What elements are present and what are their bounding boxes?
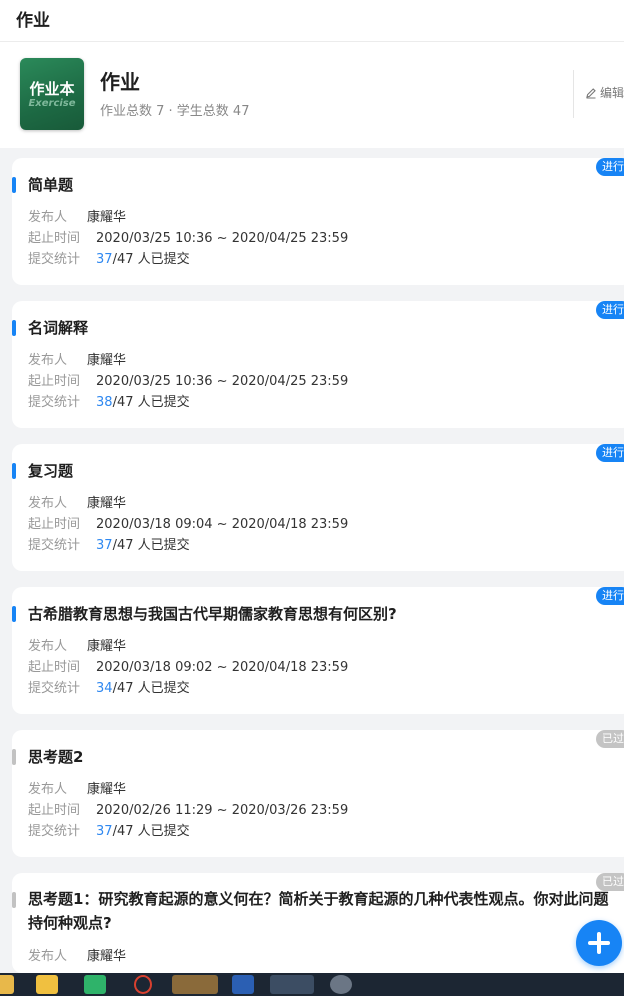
- accent-bar: [12, 177, 16, 193]
- period-row: 起止时间 2020/03/18 09:02 ~ 2020/04/18 23:59: [28, 656, 348, 675]
- accent-bar: [12, 463, 16, 479]
- cover-text: 作业本: [29, 80, 75, 98]
- publisher-row: 发布人 康耀华: [28, 349, 126, 368]
- submitted-count: 37: [96, 824, 113, 839]
- dingtalk-icon[interactable]: [270, 975, 314, 994]
- submission-row: 提交统计 34/47 人已提交: [28, 677, 190, 696]
- course-cover: 作业本 Exercise: [20, 58, 84, 130]
- page-title: 作业: [16, 11, 50, 31]
- course-name: 作业: [100, 70, 140, 94]
- accent-bar: [12, 320, 16, 336]
- submission-label: 提交统计: [28, 252, 81, 267]
- submission-label: 提交统计: [28, 681, 81, 696]
- submission-row: 提交统计 38/47 人已提交: [28, 391, 190, 410]
- period-row: 起止时间 2020/03/25 10:36 ~ 2020/04/25 23:59: [28, 370, 348, 389]
- wechat-icon[interactable]: [172, 975, 218, 994]
- submission-row: 提交统计 37/47 人已提交: [28, 248, 190, 267]
- publisher-value: 康耀华: [87, 353, 127, 368]
- course-stats: 作业总数 7 · 学生总数 47: [100, 104, 250, 119]
- submission-total: /47 人已提交: [112, 538, 190, 553]
- submission-row: 提交统计 37/47 人已提交: [28, 534, 190, 553]
- period-label: 起止时间: [28, 803, 81, 818]
- pencil-icon: [586, 88, 596, 99]
- publisher-value: 康耀华: [87, 782, 127, 797]
- folder-icon[interactable]: [0, 975, 14, 994]
- top-bar: 作业: [0, 0, 624, 42]
- submission-total: /47 人已提交: [112, 395, 190, 410]
- submission-total: /47 人已提交: [112, 824, 190, 839]
- assignment-title: 思考题1：研究教育起源的意义何在？简析关于教育起源的几种代表性观点。你对此问题持…: [28, 890, 609, 932]
- edit-label: 编辑: [600, 86, 624, 100]
- publisher-value: 康耀华: [87, 496, 127, 511]
- period-value: 2020/03/18 09:04 ~ 2020/04/18 23:59: [96, 517, 349, 532]
- publisher-row: 发布人 康耀华: [28, 206, 126, 225]
- assignment-card[interactable]: 进行中 简单题 发布人康耀华 起止时间2020/03/25 10:36 ~ 20…: [12, 158, 624, 285]
- period-row: 起止时间 2020/02/26 11:29 ~ 2020/03/26 23:59: [28, 799, 348, 818]
- publisher-label: 发布人: [28, 210, 68, 225]
- submission-total: /47 人已提交: [112, 681, 190, 696]
- accent-bar: [12, 749, 16, 765]
- assignment-title: 名词解释: [28, 319, 89, 337]
- period-row: 起止时间 2020/03/25 10:36 ~ 2020/04/25 23:59: [28, 227, 348, 246]
- submitted-count: 37: [96, 538, 113, 553]
- header-divider: [573, 70, 574, 118]
- publisher-row: 发布人 康耀华: [28, 778, 126, 797]
- publisher-value: 康耀华: [87, 949, 127, 964]
- accent-bar: [12, 892, 16, 908]
- publisher-row: 发布人 康耀华: [28, 492, 126, 511]
- period-value: 2020/03/25 10:36 ~ 2020/04/25 23:59: [96, 374, 349, 389]
- submitted-count: 37: [96, 252, 113, 267]
- accent-bar: [12, 606, 16, 622]
- word-icon[interactable]: [232, 975, 254, 994]
- period-value: 2020/02/26 11:29 ~ 2020/03/26 23:59: [96, 803, 349, 818]
- app-icon[interactable]: [330, 975, 352, 994]
- add-assignment-button[interactable]: [576, 920, 622, 966]
- course-header: 作业本 Exercise 作业 作业总数 7 · 学生总数 47 编辑: [0, 42, 624, 148]
- publisher-row: 发布人 康耀华: [28, 945, 126, 964]
- publisher-label: 发布人: [28, 353, 68, 368]
- period-label: 起止时间: [28, 517, 81, 532]
- assignment-title: 思考题2: [28, 748, 84, 766]
- assignment-card[interactable]: 已过期 思考题1：研究教育起源的意义何在？简析关于教育起源的几种代表性观点。你对…: [12, 873, 624, 973]
- period-row: 起止时间 2020/03/18 09:04 ~ 2020/04/18 23:59: [28, 513, 348, 532]
- publisher-value: 康耀华: [87, 210, 127, 225]
- media-player-icon[interactable]: [84, 975, 106, 994]
- publisher-row: 发布人 康耀华: [28, 635, 126, 654]
- paint-icon[interactable]: [36, 975, 58, 994]
- period-value: 2020/03/18 09:02 ~ 2020/04/18 23:59: [96, 660, 349, 675]
- publisher-label: 发布人: [28, 496, 68, 511]
- submitted-count: 34: [96, 681, 113, 696]
- publisher-value: 康耀华: [87, 639, 127, 654]
- cover-subtext: Exercise: [28, 98, 76, 109]
- assignment-title: 古希腊教育思想与我国古代早期儒家教育思想有何区别?: [28, 605, 397, 623]
- publisher-label: 发布人: [28, 949, 68, 964]
- submission-label: 提交统计: [28, 538, 81, 553]
- period-label: 起止时间: [28, 660, 81, 675]
- period-label: 起止时间: [28, 231, 81, 246]
- submitted-count: 38: [96, 395, 113, 410]
- assignment-card[interactable]: 进行中 复习题 发布人康耀华 起止时间2020/03/18 09:04 ~ 20…: [12, 444, 624, 571]
- submission-row: 提交统计 37/47 人已提交: [28, 820, 190, 839]
- period-label: 起止时间: [28, 374, 81, 389]
- submission-total: /47 人已提交: [112, 252, 190, 267]
- assignment-card[interactable]: 进行中 古希腊教育思想与我国古代早期儒家教育思想有何区别? 发布人康耀华 起止时…: [12, 587, 624, 714]
- assignment-title: 简单题: [28, 176, 74, 194]
- period-value: 2020/03/25 10:36 ~ 2020/04/25 23:59: [96, 231, 349, 246]
- edit-button[interactable]: 编辑: [585, 84, 624, 101]
- assignment-title: 复习题: [28, 462, 74, 480]
- submission-label: 提交统计: [28, 824, 81, 839]
- publisher-label: 发布人: [28, 782, 68, 797]
- os-taskbar: [0, 973, 624, 996]
- submission-label: 提交统计: [28, 395, 81, 410]
- publisher-label: 发布人: [28, 639, 68, 654]
- assignment-card[interactable]: 已过期 思考题2 发布人康耀华 起止时间2020/02/26 11:29 ~ 2…: [12, 730, 624, 857]
- assignment-card[interactable]: 进行中 名词解释 发布人康耀华 起止时间2020/03/25 10:36 ~ 2…: [12, 301, 624, 428]
- qq-icon[interactable]: [134, 975, 152, 994]
